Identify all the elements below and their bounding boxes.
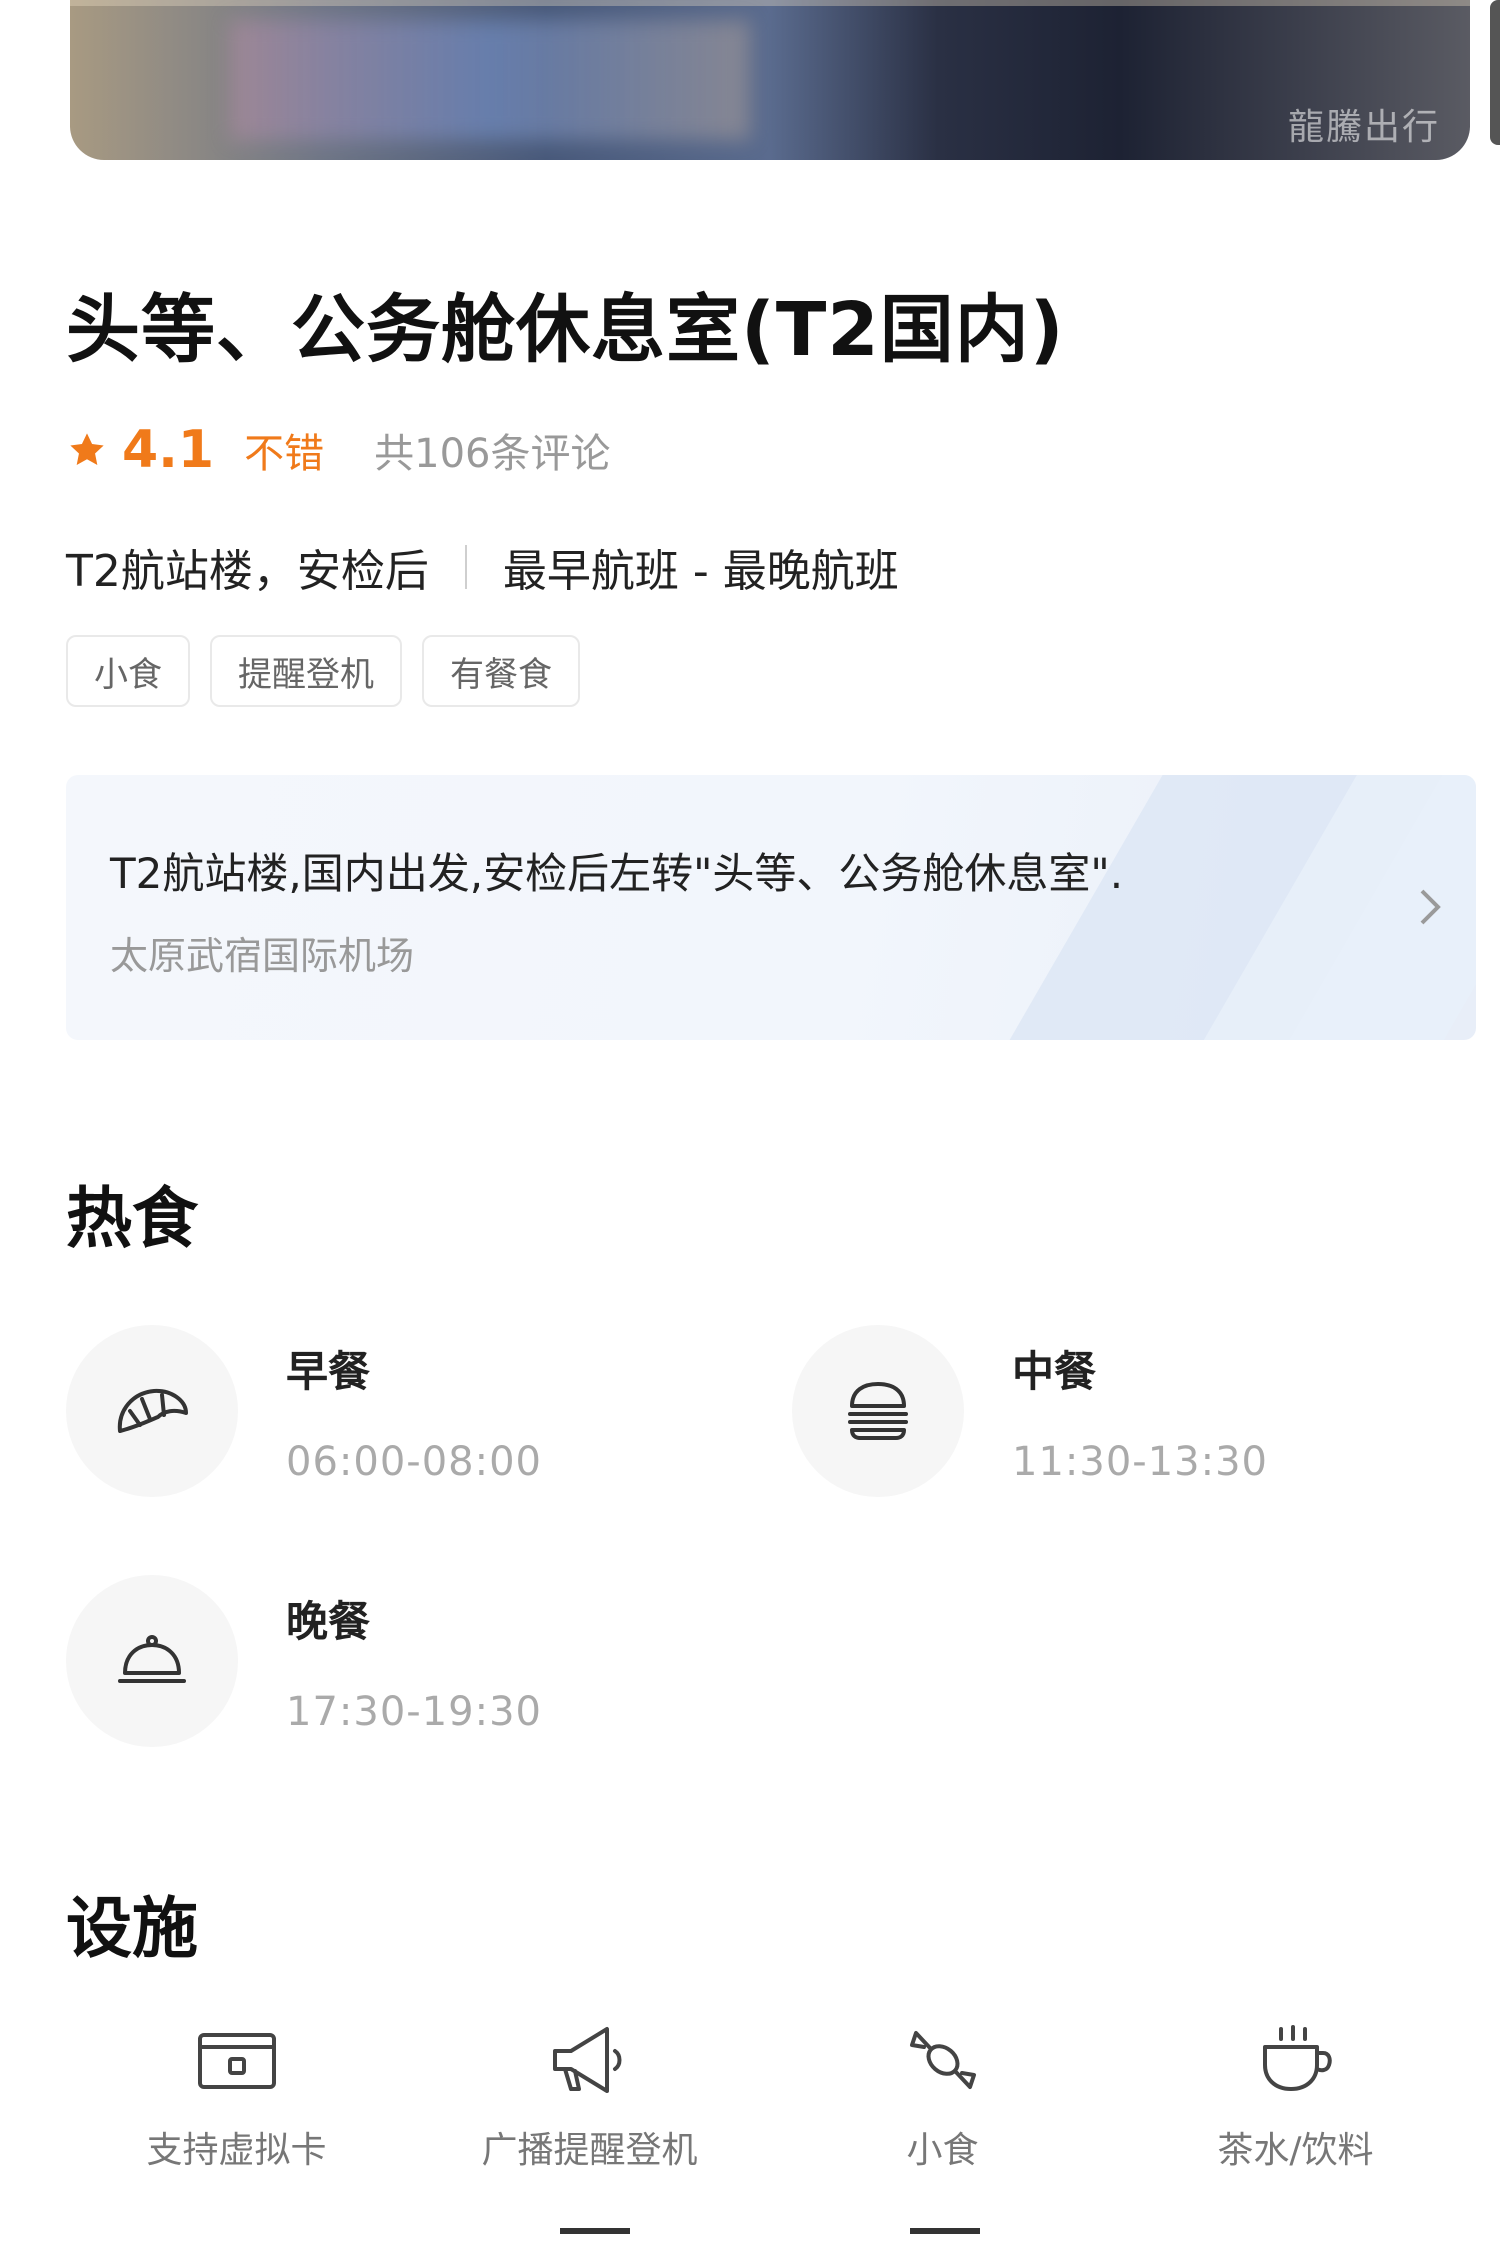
- lounge-title: 头等、公务舱休息室(T2国内): [66, 287, 1065, 373]
- lounge-photo[interactable]: 龍騰出行: [70, 0, 1470, 160]
- feature-tags: 小食 提醒登机 有餐食: [66, 635, 600, 707]
- meal-info: 晚餐 17:30-19:30: [286, 1588, 542, 1735]
- meal-time: 11:30-13:30: [1012, 1438, 1268, 1485]
- meal-info: 中餐 11:30-13:30: [1012, 1338, 1268, 1485]
- meal-icon-bg: [66, 1575, 238, 1747]
- meal-dinner: 晚餐 17:30-19:30: [66, 1575, 542, 1747]
- tag-boarding-reminder: 提醒登机: [210, 635, 402, 707]
- hot-food-title: 热食: [66, 1180, 198, 1257]
- photo-blur: [230, 20, 750, 140]
- meal-lunch: 中餐 11:30-13:30: [792, 1325, 1268, 1497]
- meal-time: 17:30-19:30: [286, 1688, 542, 1735]
- next-photo-peek[interactable]: [1490, 0, 1500, 145]
- megaphone-icon: [552, 2027, 621, 2093]
- meal-name: 晚餐: [286, 1596, 371, 1646]
- facility-virtual-card[interactable]: 支持虚拟卡: [60, 2015, 413, 2173]
- divider: [464, 545, 467, 589]
- rating-score: 4.1: [122, 420, 215, 480]
- review-count[interactable]: 共106条评论: [374, 421, 610, 479]
- location-description: T2航站楼,国内出发,安检后左转"头等、公务舱休息室".: [110, 849, 1124, 898]
- tag-snack: 小食: [66, 635, 190, 707]
- candy-icon: [909, 2031, 976, 2089]
- lounge-location: T2航站楼，安检后: [66, 546, 429, 597]
- facility-label: 支持虚拟卡: [146, 2130, 327, 2171]
- card-icon: [197, 2033, 276, 2089]
- meal-time: 06:00-08:00: [286, 1438, 542, 1485]
- facilities-grid: 支持虚拟卡 广播提醒登机 小食 茶水/饮料: [0, 2015, 1500, 2173]
- photo-light: [70, 0, 1470, 6]
- facility-label: 小食: [906, 2130, 979, 2171]
- flight-range: 最早航班 - 最晚航班: [502, 546, 899, 597]
- meal-info: 早餐 06:00-08:00: [286, 1338, 542, 1485]
- cup-icon: [1262, 2025, 1332, 2091]
- cloche-icon: [118, 1635, 186, 1683]
- star-icon: [70, 433, 104, 466]
- chevron-right-icon: [1420, 889, 1441, 925]
- meal-name: 中餐: [1012, 1346, 1097, 1396]
- rating-text: 不错: [244, 431, 325, 477]
- next-facility-row-peek: [0, 2228, 1500, 2243]
- croissant-icon: [117, 1388, 188, 1433]
- tag-meals: 有餐食: [422, 635, 580, 707]
- facilities-title: 设施: [66, 1890, 198, 1967]
- rating-row[interactable]: 4.1 不错 共106条评论: [66, 420, 610, 480]
- facility-label: 茶水/饮料: [1217, 2130, 1374, 2171]
- meal-icon-bg: [792, 1325, 964, 1497]
- facility-snack[interactable]: 小食: [766, 2015, 1119, 2173]
- facility-tea-drinks[interactable]: 茶水/饮料: [1119, 2015, 1472, 2173]
- location-row: T2航站楼，安检后 最早航班 - 最晚航班: [66, 535, 899, 599]
- photo-watermark: 龍騰出行: [1287, 107, 1440, 148]
- burger-icon: [848, 1382, 908, 1440]
- location-card[interactable]: T2航站楼,国内出发,安检后左转"头等、公务舱休息室". 太原武宿国际机场: [66, 775, 1476, 1040]
- facility-label: 广播提醒登机: [481, 2130, 698, 2171]
- meal-name: 早餐: [286, 1346, 371, 1396]
- meal-icon-bg: [66, 1325, 238, 1497]
- meal-breakfast: 早餐 06:00-08:00: [66, 1325, 542, 1497]
- lounge-detail-page: 龍騰出行 头等、公务舱休息室(T2国内) 4.1 不错 共106条评论 T2航站…: [0, 0, 1500, 2243]
- airport-name: 太原武宿国际机场: [110, 934, 415, 978]
- facility-broadcast-boarding[interactable]: 广播提醒登机: [413, 2015, 766, 2173]
